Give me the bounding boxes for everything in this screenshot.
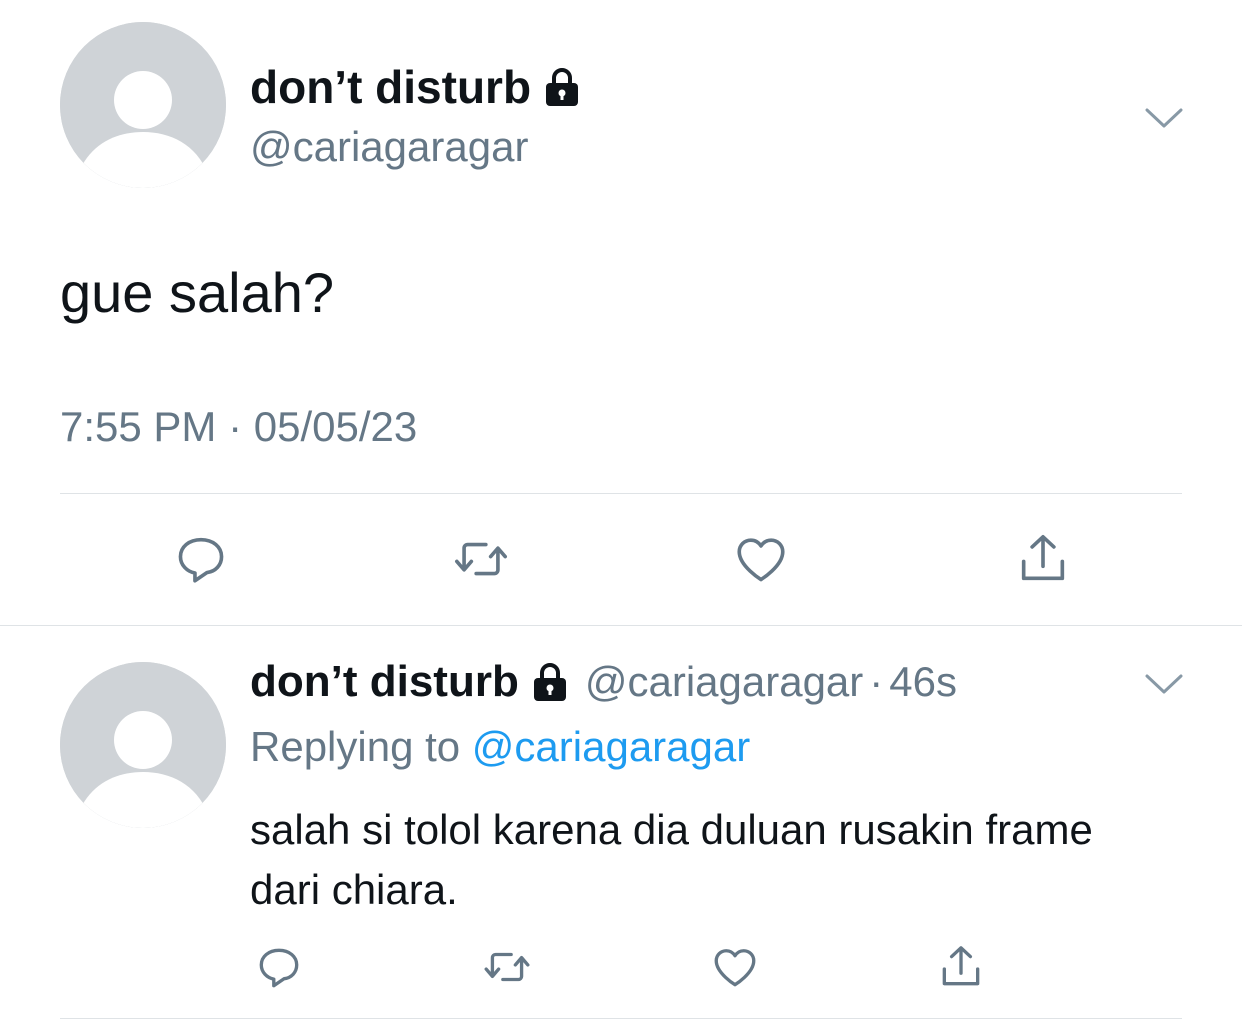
share-icon — [942, 946, 980, 986]
retweet-icon — [455, 542, 507, 576]
display-name-text: don’t disturb — [250, 61, 532, 113]
tweet-timestamp[interactable]: 7:55 PM · 05/05/23 — [60, 403, 417, 450]
reply-icon — [178, 537, 224, 583]
display-name-text: don’t disturb — [250, 657, 519, 706]
divider — [60, 493, 1182, 494]
like-icon — [737, 538, 785, 582]
handle[interactable]: @cariagaragar — [585, 661, 863, 703]
display-name[interactable]: don’t disturb — [250, 64, 579, 110]
default-avatar-icon — [60, 662, 226, 828]
reply-icon — [259, 948, 299, 988]
lock-icon — [546, 68, 579, 106]
tweet-thread: don’t disturb @cariagaragar gue salah? 7… — [0, 0, 1242, 1021]
default-avatar-icon — [60, 22, 226, 188]
display-name[interactable]: don’t disturb — [250, 660, 567, 704]
divider — [60, 1018, 1182, 1019]
separator-dot: · — [869, 658, 884, 705]
like-button[interactable] — [700, 932, 770, 1002]
tweet-text: salah si tolol karena dia duluan rusakin… — [250, 806, 1093, 913]
replying-to-mention[interactable]: @cariagaragar — [472, 723, 750, 770]
chevron-down-icon[interactable] — [1144, 106, 1184, 130]
retweet-button[interactable] — [472, 932, 542, 1002]
share-button[interactable] — [1008, 524, 1078, 594]
avatar[interactable] — [60, 662, 226, 828]
chevron-down-icon[interactable] — [1144, 672, 1184, 696]
avatar[interactable] — [60, 22, 226, 188]
retweet-button[interactable] — [446, 524, 516, 594]
tweet-time-ago[interactable]: 46s — [889, 661, 957, 703]
share-button[interactable] — [926, 932, 996, 1002]
reply-header: don’t disturb @cariagaragar · 46s — [250, 660, 957, 704]
lock-icon — [533, 663, 566, 701]
tweet-text: gue salah? — [60, 261, 335, 324]
tweet-actions — [0, 932, 1242, 1002]
like-icon — [714, 949, 756, 987]
handle[interactable]: @cariagaragar — [250, 123, 528, 170]
reply-button[interactable] — [166, 524, 236, 594]
retweet-icon — [484, 952, 530, 982]
replying-to-label: Replying to — [250, 723, 461, 770]
tweet-actions — [0, 524, 1242, 594]
share-icon — [1021, 534, 1065, 581]
like-button[interactable] — [726, 524, 796, 594]
reply-button[interactable] — [244, 932, 314, 1002]
replying-to: Replying to @cariagaragar — [250, 723, 750, 770]
divider — [0, 625, 1242, 626]
